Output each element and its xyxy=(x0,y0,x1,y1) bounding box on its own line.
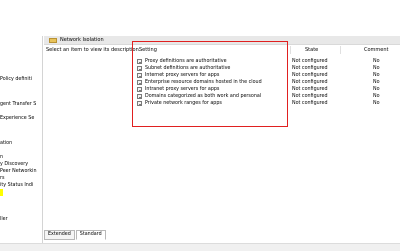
column-separator[interactable] xyxy=(290,46,291,54)
tree-item[interactable]: Policy definiti xyxy=(0,76,32,83)
setting-state: Not configured xyxy=(292,87,328,92)
column-header-state[interactable]: State xyxy=(305,47,318,53)
setting-state: Not configured xyxy=(292,66,328,71)
setting-comment: No xyxy=(373,80,380,85)
tab-extended[interactable]: Extended xyxy=(44,230,75,240)
tab-standard[interactable]: Standard xyxy=(75,230,106,240)
column-separator[interactable] xyxy=(340,46,341,54)
tree-item[interactable]: Peer Networkin xyxy=(0,168,37,175)
setting-state: Not configured xyxy=(292,101,328,106)
tree-item[interactable]: y Discovery xyxy=(0,161,28,168)
tree-item[interactable]: n xyxy=(0,154,3,161)
setting-comment: No xyxy=(373,59,380,64)
setting-comment: No xyxy=(373,101,380,106)
folder-title: Network Isolation xyxy=(60,37,104,43)
window-top-area xyxy=(0,0,400,36)
view-tabs: Extended Standard xyxy=(44,230,107,240)
setting-comment: No xyxy=(373,66,380,71)
setting-comment: No xyxy=(373,73,380,78)
setting-state: Not configured xyxy=(292,94,328,99)
highlight-annotation-box xyxy=(132,41,288,127)
setting-state: Not configured xyxy=(292,80,328,85)
tree-item[interactable]: Experience Se xyxy=(0,115,34,122)
setting-comment: No xyxy=(373,94,380,99)
setting-comment: No xyxy=(373,87,380,92)
column-header-comment[interactable]: Comment xyxy=(364,47,389,53)
tree-item[interactable]: gent Transfer S xyxy=(0,101,36,108)
description-text: Select an item to view its description. xyxy=(46,47,141,53)
navigation-tree[interactable]: Policy definiti gent Transfer S Experien… xyxy=(0,36,43,243)
tree-item[interactable]: ity Status Indi xyxy=(0,182,33,189)
setting-state: Not configured xyxy=(292,73,328,78)
tree-item[interactable]: rs xyxy=(0,175,4,182)
tree-item[interactable]: ller xyxy=(0,216,8,223)
tree-item-selected[interactable] xyxy=(0,189,3,196)
folder-icon xyxy=(49,37,57,43)
tree-item[interactable]: ation xyxy=(0,140,12,147)
setting-state: Not configured xyxy=(292,59,328,64)
